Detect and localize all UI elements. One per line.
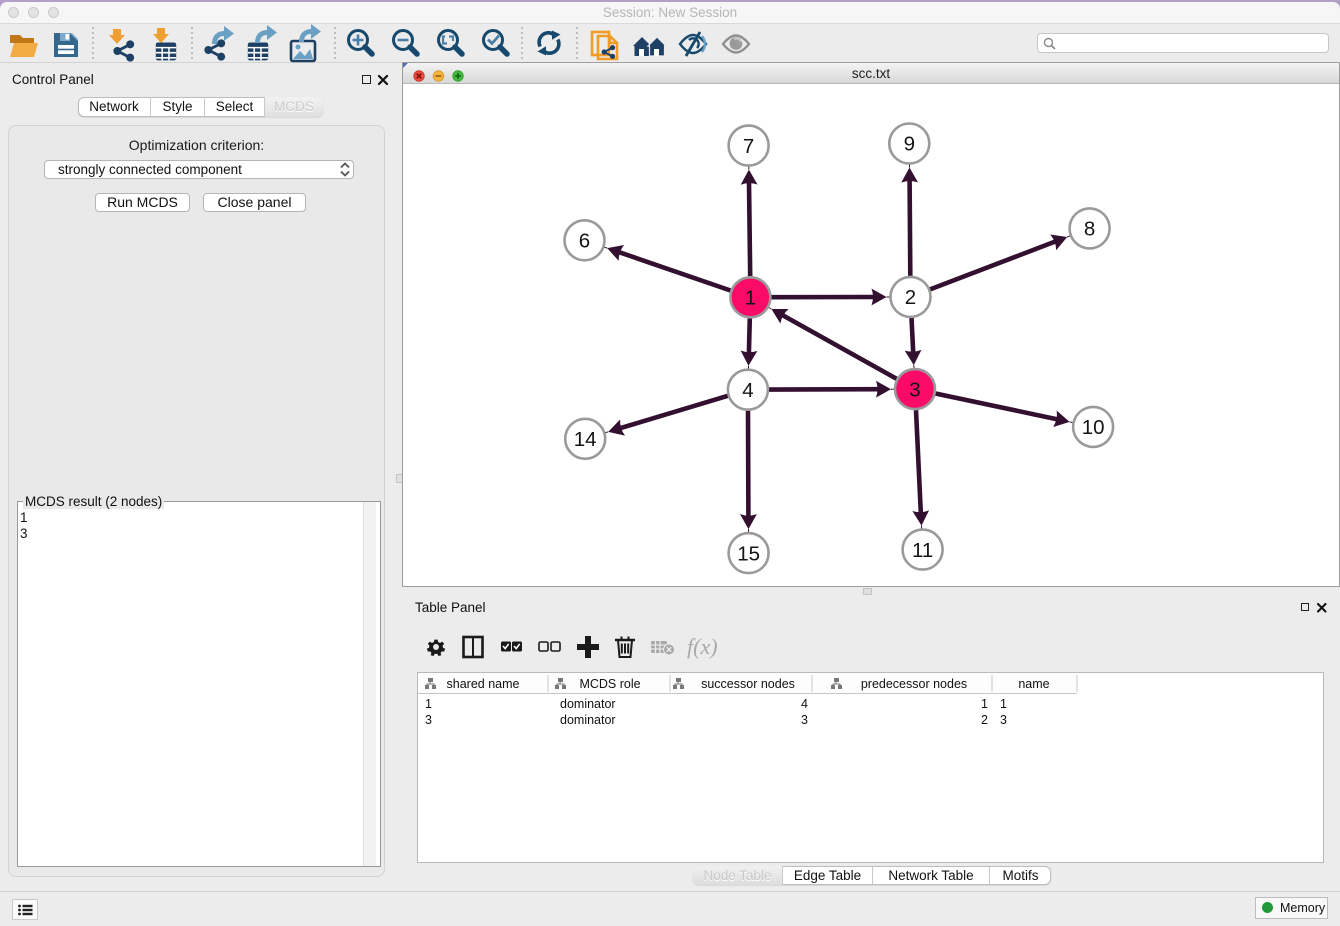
svg-text:1: 1: [1000, 697, 1007, 711]
svg-text:9: 9: [904, 133, 915, 156]
svg-text:4: 4: [801, 697, 808, 711]
svg-text:1: 1: [745, 287, 756, 310]
svg-text:dominator: dominator: [560, 697, 616, 711]
svg-text:2: 2: [981, 713, 988, 727]
svg-text:dominator: dominator: [560, 713, 616, 727]
svg-text:3: 3: [909, 378, 920, 401]
svg-text:2: 2: [905, 286, 916, 309]
svg-text:3: 3: [425, 713, 432, 727]
svg-text:4: 4: [742, 379, 753, 402]
svg-text:15: 15: [737, 542, 760, 565]
svg-text:7: 7: [743, 135, 754, 158]
svg-text:8: 8: [1084, 218, 1095, 241]
svg-text:3: 3: [1000, 713, 1007, 727]
svg-text:f(x): f(x): [687, 634, 718, 659]
svg-text:1: 1: [425, 697, 432, 711]
svg-text:10: 10: [1082, 416, 1105, 439]
svg-text:6: 6: [579, 230, 590, 253]
svg-text:3: 3: [801, 713, 808, 727]
svg-text:14: 14: [574, 428, 597, 451]
svg-text:1: 1: [981, 697, 988, 711]
svg-text:11: 11: [912, 539, 933, 562]
